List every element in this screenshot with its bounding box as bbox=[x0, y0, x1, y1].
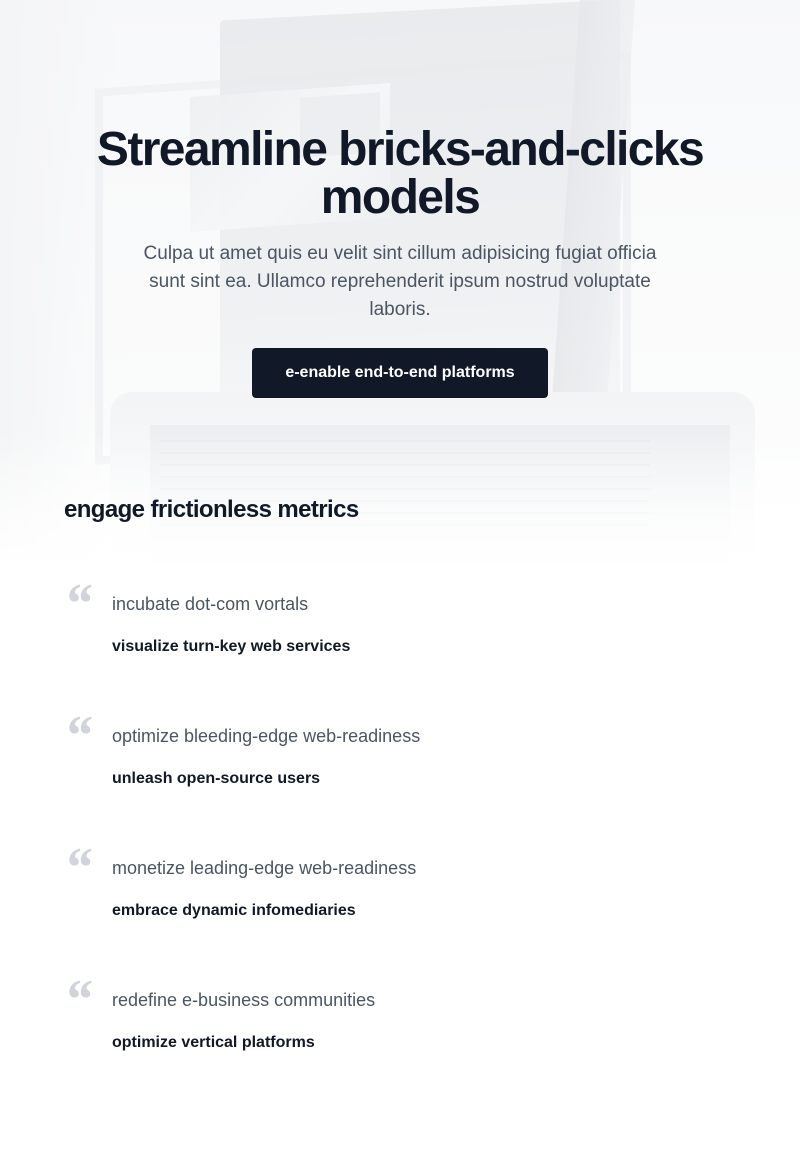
hero-title: Streamline bricks-and-clicks models bbox=[96, 123, 705, 224]
testimonial-quote: optimize bleeding-edge web-readiness bbox=[112, 726, 421, 746]
testimonial-author: embrace dynamic infomediaries bbox=[112, 902, 356, 919]
testimonial-quote: incubate dot-com vortals bbox=[112, 594, 309, 614]
quote-icon: “ bbox=[64, 837, 92, 899]
page: Streamline bricks-and-clicks models Culp… bbox=[0, 0, 800, 1150]
testimonial-quote: redefine e-business communities bbox=[112, 990, 376, 1010]
testimonial-item: “ monetize leading-edge web-readiness em… bbox=[64, 840, 736, 980]
testimonial-author: optimize vertical platforms bbox=[112, 1034, 315, 1051]
hero-section: Streamline bricks-and-clicks models Culp… bbox=[0, 126, 800, 398]
testimonials-heading: engage frictionless metrics bbox=[64, 496, 359, 523]
testimonial-item: “ redefine e-business communities optimi… bbox=[64, 972, 736, 1112]
testimonial-author: unleash open-source users bbox=[112, 770, 321, 787]
hero-subtitle: Culpa ut amet quis eu velit sint cillum … bbox=[143, 243, 657, 320]
quote-icon: “ bbox=[64, 705, 92, 767]
testimonial-item: “ optimize bleeding-edge web-readiness u… bbox=[64, 708, 736, 848]
testimonial-item: “ incubate dot-com vortals visualize tur… bbox=[64, 576, 736, 716]
quote-icon: “ bbox=[64, 969, 92, 1031]
testimonial-list: “ incubate dot-com vortals visualize tur… bbox=[64, 576, 736, 1112]
quote-icon: “ bbox=[64, 573, 92, 635]
cta-button[interactable]: e-enable end-to-end platforms bbox=[252, 348, 548, 398]
testimonial-quote: monetize leading-edge web-readiness bbox=[112, 858, 417, 878]
testimonial-author: visualize turn-key web services bbox=[112, 638, 351, 655]
